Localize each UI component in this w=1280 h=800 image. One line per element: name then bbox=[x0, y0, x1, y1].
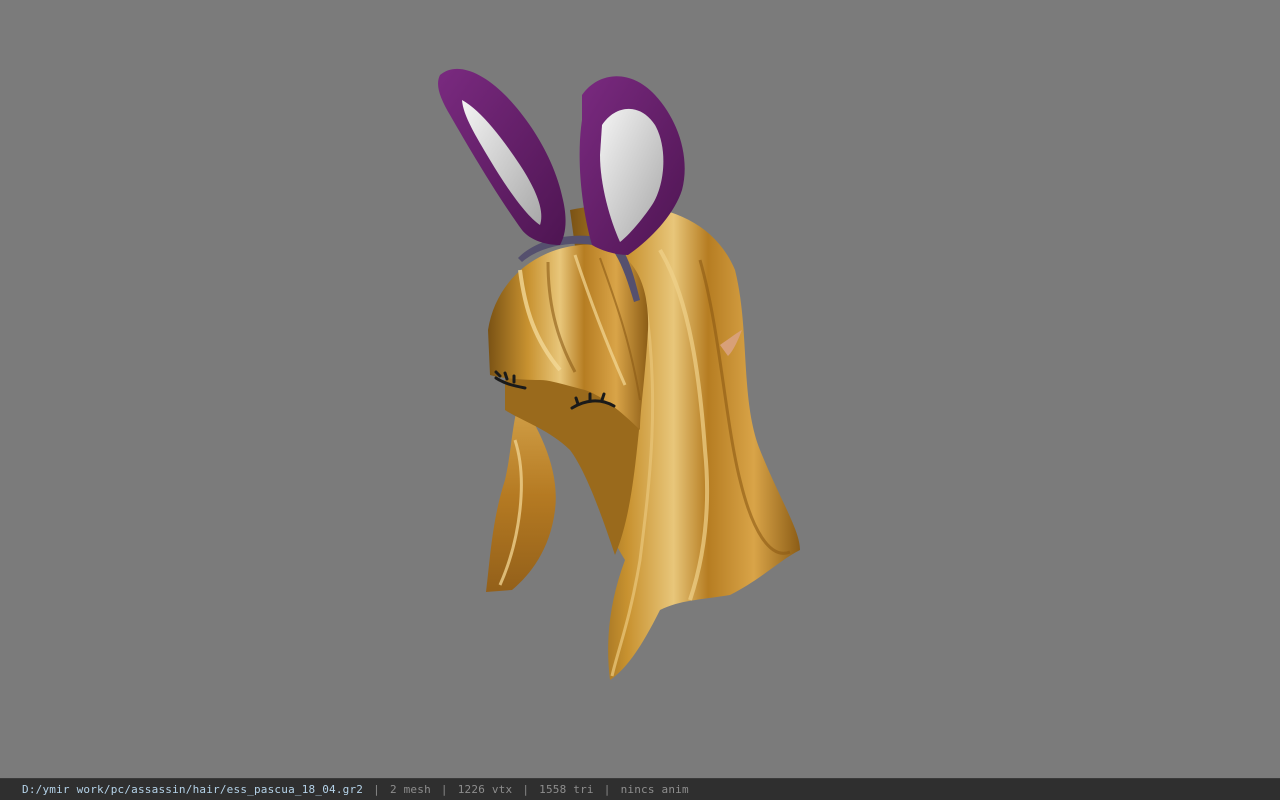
triangle-count: 1558 tri bbox=[539, 783, 594, 796]
3d-viewport[interactable] bbox=[0, 0, 1280, 778]
status-separator: | bbox=[373, 783, 380, 796]
hair-model-render bbox=[438, 68, 800, 681]
animation-status: nincs anim bbox=[620, 783, 689, 796]
status-separator: | bbox=[440, 783, 448, 796]
status-bar: D:/ymir work/pc/assassin/hair/ess_pascua… bbox=[0, 778, 1280, 800]
mesh-count: 2 mesh bbox=[389, 783, 431, 796]
bunny-ear-left bbox=[438, 68, 566, 246]
status-separator: | bbox=[522, 783, 530, 796]
status-separator: | bbox=[603, 783, 611, 796]
file-path: D:/ymir work/pc/assassin/hair/ess_pascua… bbox=[22, 783, 364, 796]
vertex-count: 1226 vtx bbox=[457, 783, 513, 796]
